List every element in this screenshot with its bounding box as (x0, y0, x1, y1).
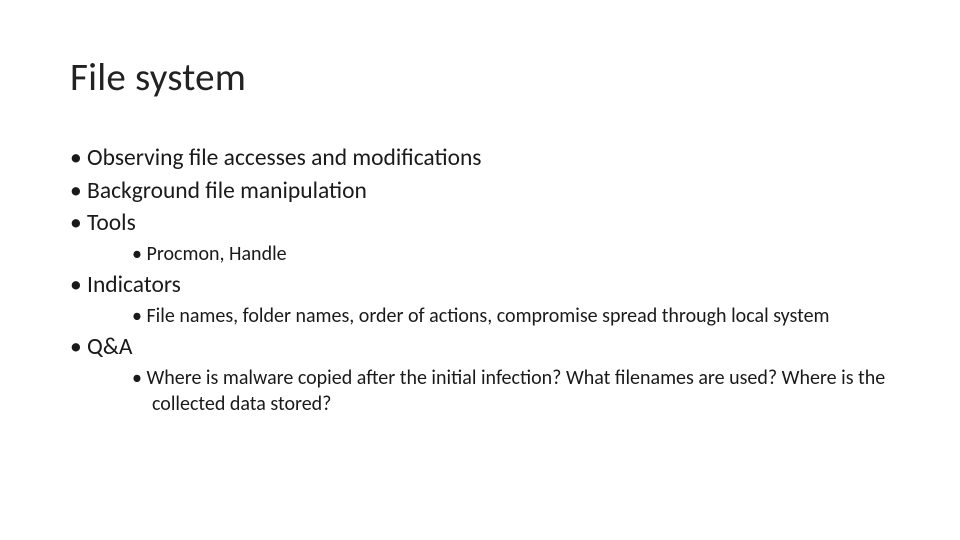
bullet-text: Tools (87, 209, 136, 237)
bullet-item: Tools Procmon, Handle (70, 208, 890, 267)
slide-title: File system (70, 54, 890, 101)
sub-bullet-item: File names, folder names, order of actio… (132, 304, 890, 330)
sub-bullet-item: Where is malware copied after the initia… (132, 366, 890, 417)
sub-bullet-list: File names, folder names, order of actio… (92, 304, 890, 330)
sub-bullet-text: Procmon, Handle (146, 242, 286, 266)
bullet-text: Observing file accesses and modification… (87, 144, 481, 172)
bullet-list: Observing file accesses and modification… (70, 143, 890, 417)
sub-bullet-text: Where is malware copied after the initia… (146, 366, 885, 416)
bullet-item: Observing file accesses and modification… (70, 143, 890, 174)
sub-bullet-list: Procmon, Handle (92, 242, 890, 268)
bullet-text: Background file manipulation (87, 177, 367, 205)
bullet-text: Q&A (87, 333, 132, 361)
sub-bullet-list: Where is malware copied after the initia… (92, 366, 890, 417)
bullet-text: Indicators (87, 271, 181, 299)
sub-bullet-item: Procmon, Handle (132, 242, 890, 268)
bullet-item: Q&A Where is malware copied after the in… (70, 332, 890, 417)
sub-bullet-text: File names, folder names, order of actio… (146, 304, 829, 328)
slide: File system Observing file accesses and … (0, 0, 960, 540)
bullet-item: Background file manipulation (70, 176, 890, 207)
bullet-item: Indicators File names, folder names, ord… (70, 270, 890, 329)
